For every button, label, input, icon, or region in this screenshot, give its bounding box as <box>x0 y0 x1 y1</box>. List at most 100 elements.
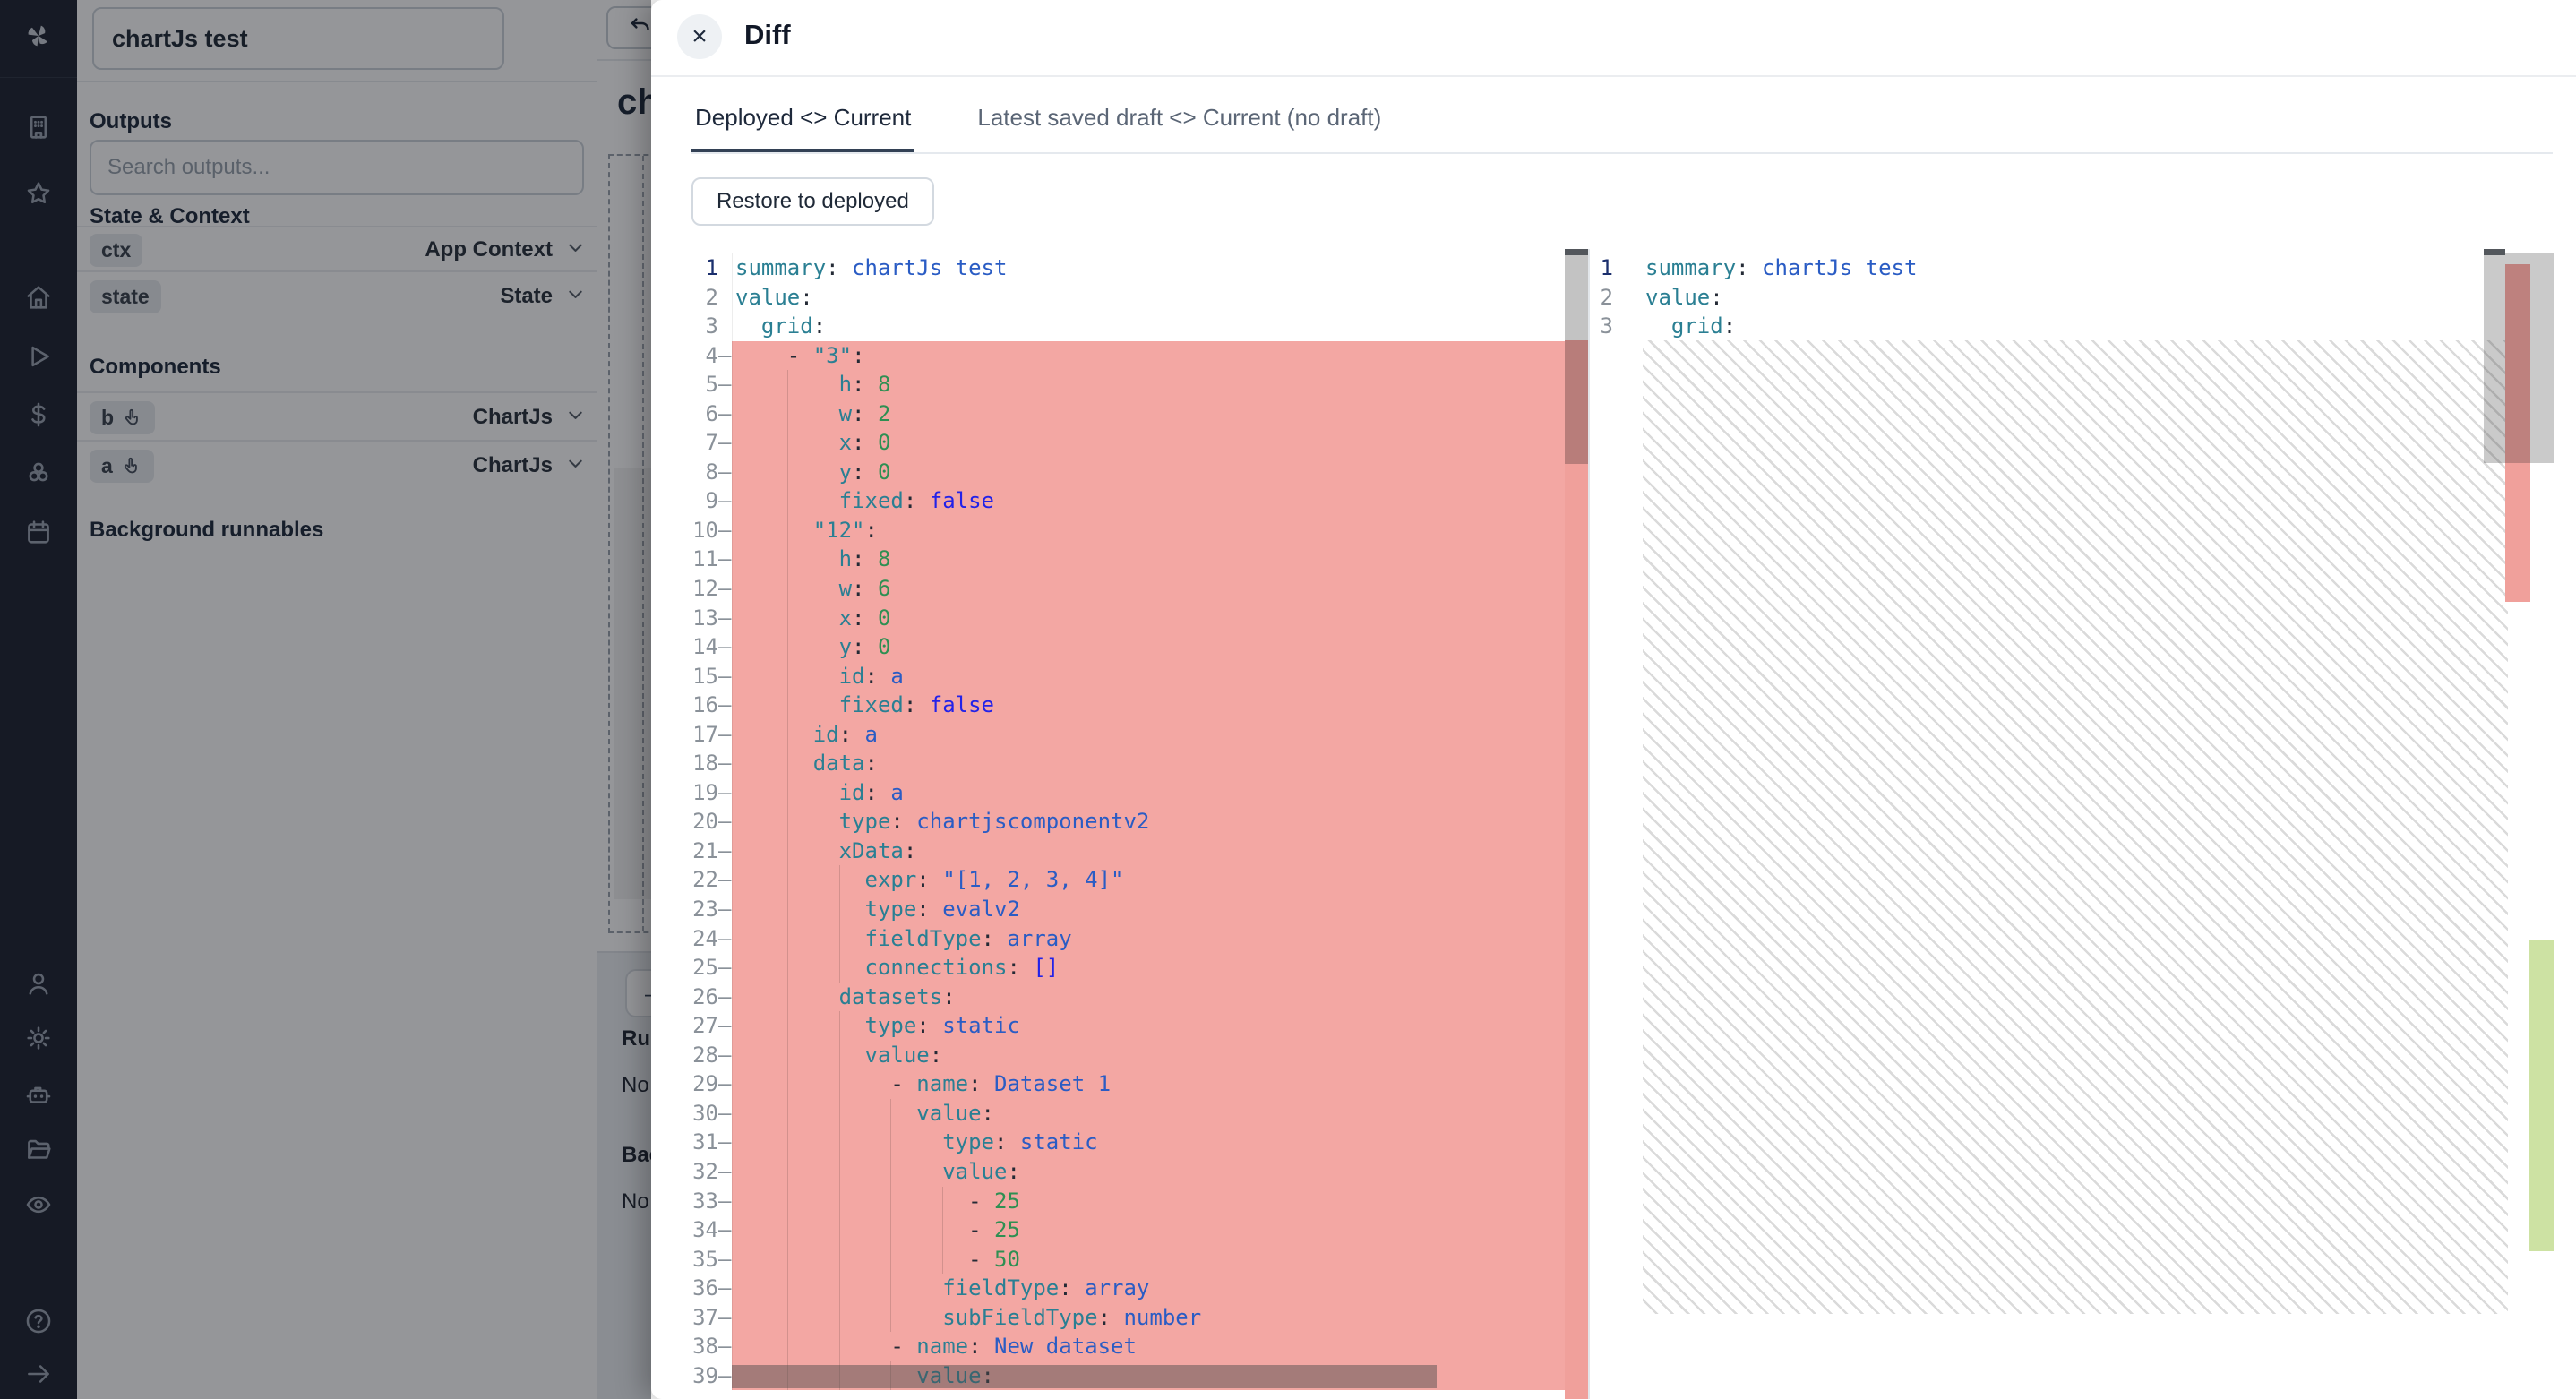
code-text: id: a <box>732 778 1565 808</box>
code-line[interactable]: 8– y: 0 <box>685 458 1588 487</box>
line-number: 13– <box>685 604 732 633</box>
code-line[interactable]: 18– data: <box>685 749 1588 778</box>
code-line[interactable]: 32– value: <box>685 1157 1588 1187</box>
code-line[interactable]: 1–summary: chartJs test <box>685 253 1588 283</box>
code-text: subFieldType: number <box>732 1303 1565 1333</box>
code-line[interactable]: 35– - 50 <box>685 1245 1588 1275</box>
code-text: - "3": <box>732 341 1565 371</box>
code-text: - 50 <box>732 1245 1565 1275</box>
code-text: h: 8 <box>732 545 1565 574</box>
code-line[interactable]: 24– fieldType: array <box>685 924 1588 954</box>
line-number: 31– <box>685 1128 732 1157</box>
code-line[interactable]: 3– grid: <box>685 312 1588 341</box>
code-text: grid: <box>732 312 1565 341</box>
diff-editor: 1–summary: chartJs test2–value:3– grid:4… <box>685 249 2576 1399</box>
code-line[interactable]: 27– type: static <box>685 1011 1588 1041</box>
code-text: "12": <box>732 516 1565 545</box>
code-line[interactable]: 10– "12": <box>685 516 1588 545</box>
header-divider <box>651 75 2576 77</box>
line-number: 29– <box>685 1069 732 1099</box>
code-line[interactable]: 19– id: a <box>685 778 1588 808</box>
removed-region-marker <box>1565 340 1588 1399</box>
line-number: 26– <box>685 983 732 1012</box>
diff-pane-original[interactable]: 1–summary: chartJs test2–value:3– grid:4… <box>685 249 1588 1399</box>
line-number: 24– <box>685 924 732 954</box>
code-line[interactable]: 26– datasets: <box>685 983 1588 1012</box>
code-line[interactable]: 4– - "3": <box>685 341 1588 371</box>
line-number: 11– <box>685 545 732 574</box>
code-line[interactable]: 34– - 25 <box>685 1215 1588 1245</box>
code-text: y: 0 <box>732 458 1565 487</box>
code-line[interactable]: 9– fixed: false <box>685 486 1588 516</box>
code-text: fixed: false <box>732 691 1565 720</box>
code-line[interactable]: 36– fieldType: array <box>685 1274 1588 1303</box>
code-text: value: <box>732 1041 1565 1070</box>
line-number: 2– <box>685 283 732 313</box>
scrollbar-slider[interactable] <box>1565 249 1588 464</box>
line-number: 28– <box>685 1041 732 1070</box>
horizontal-scrollbar[interactable] <box>732 1365 1437 1388</box>
code-line[interactable]: 2–value: <box>1590 283 2576 313</box>
code-line[interactable]: 25– connections: [] <box>685 953 1588 983</box>
line-number: 9– <box>685 486 732 516</box>
code-line[interactable]: 13– x: 0 <box>685 604 1588 633</box>
scrollbar-top-shadow <box>2484 249 2505 255</box>
code-text: fieldType: array <box>732 1274 1565 1303</box>
code-line[interactable]: 5– h: 8 <box>685 370 1588 399</box>
diff-pane-modified[interactable]: 1–summary: chartJs test2–value:3– grid: <box>1588 249 2576 1399</box>
line-number: 1– <box>1590 253 1643 283</box>
code-line[interactable]: 30– value: <box>685 1099 1588 1129</box>
code-line[interactable]: 22– expr: "[1, 2, 3, 4]" <box>685 865 1588 895</box>
line-number: 17– <box>685 720 732 750</box>
code-line[interactable]: 31– type: static <box>685 1128 1588 1157</box>
code-text: type: static <box>732 1011 1565 1041</box>
restore-to-deployed-button[interactable]: Restore to deployed <box>691 177 934 226</box>
code-line[interactable]: 11– h: 8 <box>685 545 1588 574</box>
line-number: 3– <box>685 312 732 341</box>
scrollbar-slider[interactable] <box>2484 253 2554 463</box>
line-number: 20– <box>685 807 732 837</box>
code-text: datasets: <box>732 983 1565 1012</box>
code-text: - 25 <box>732 1215 1565 1245</box>
code-line[interactable]: 17– id: a <box>685 720 1588 750</box>
close-icon[interactable]: × <box>677 14 722 59</box>
overview-ruler-left[interactable] <box>1565 249 1588 1399</box>
code-line[interactable]: 38– - name: New dataset <box>685 1332 1588 1361</box>
code-line[interactable]: 23– type: evalv2 <box>685 895 1588 924</box>
code-line[interactable]: 6– w: 2 <box>685 399 1588 429</box>
code-line[interactable]: 3– grid: <box>1590 312 2576 341</box>
code-text: h: 8 <box>732 370 1565 399</box>
modal-backdrop[interactable] <box>0 0 651 1399</box>
code-text: fixed: false <box>732 486 1565 516</box>
line-number: 30– <box>685 1099 732 1129</box>
code-line[interactable]: 33– - 25 <box>685 1187 1588 1216</box>
code-line[interactable]: 21– xData: <box>685 837 1588 866</box>
removed-lines-placeholder <box>1643 340 2508 1314</box>
code-line[interactable]: 28– value: <box>685 1041 1588 1070</box>
code-line[interactable]: 16– fixed: false <box>685 691 1588 720</box>
line-number: 2– <box>1590 283 1643 313</box>
line-number: 7– <box>685 428 732 458</box>
line-number: 22– <box>685 865 732 895</box>
code-line[interactable]: 2–value: <box>685 283 1588 313</box>
code-line[interactable]: 15– id: a <box>685 662 1588 691</box>
code-line[interactable]: 12– w: 6 <box>685 574 1588 604</box>
code-line[interactable]: 14– y: 0 <box>685 632 1588 662</box>
code-line[interactable]: 29– - name: Dataset 1 <box>685 1069 1588 1099</box>
tab-deployed-current[interactable]: Deployed <> Current <box>691 86 914 152</box>
code-line[interactable]: 7– x: 0 <box>685 428 1588 458</box>
code-line[interactable]: 37– subFieldType: number <box>685 1303 1588 1333</box>
line-number: 4– <box>685 341 732 371</box>
code-line[interactable]: 1–summary: chartJs test <box>1590 253 2576 283</box>
line-number: 6– <box>685 399 732 429</box>
line-number: 19– <box>685 778 732 808</box>
code-text: x: 0 <box>732 428 1565 458</box>
code-text: summary: chartJs test <box>1643 253 2576 283</box>
code-text: x: 0 <box>732 604 1565 633</box>
code-text: grid: <box>1643 312 2576 341</box>
line-number: 10– <box>685 516 732 545</box>
code-line[interactable]: 20– type: chartjscomponentv2 <box>685 807 1588 837</box>
line-number: 39– <box>685 1361 732 1391</box>
line-number: 14– <box>685 632 732 662</box>
tab-draft-current[interactable]: Latest saved draft <> Current (no draft) <box>974 86 1385 152</box>
